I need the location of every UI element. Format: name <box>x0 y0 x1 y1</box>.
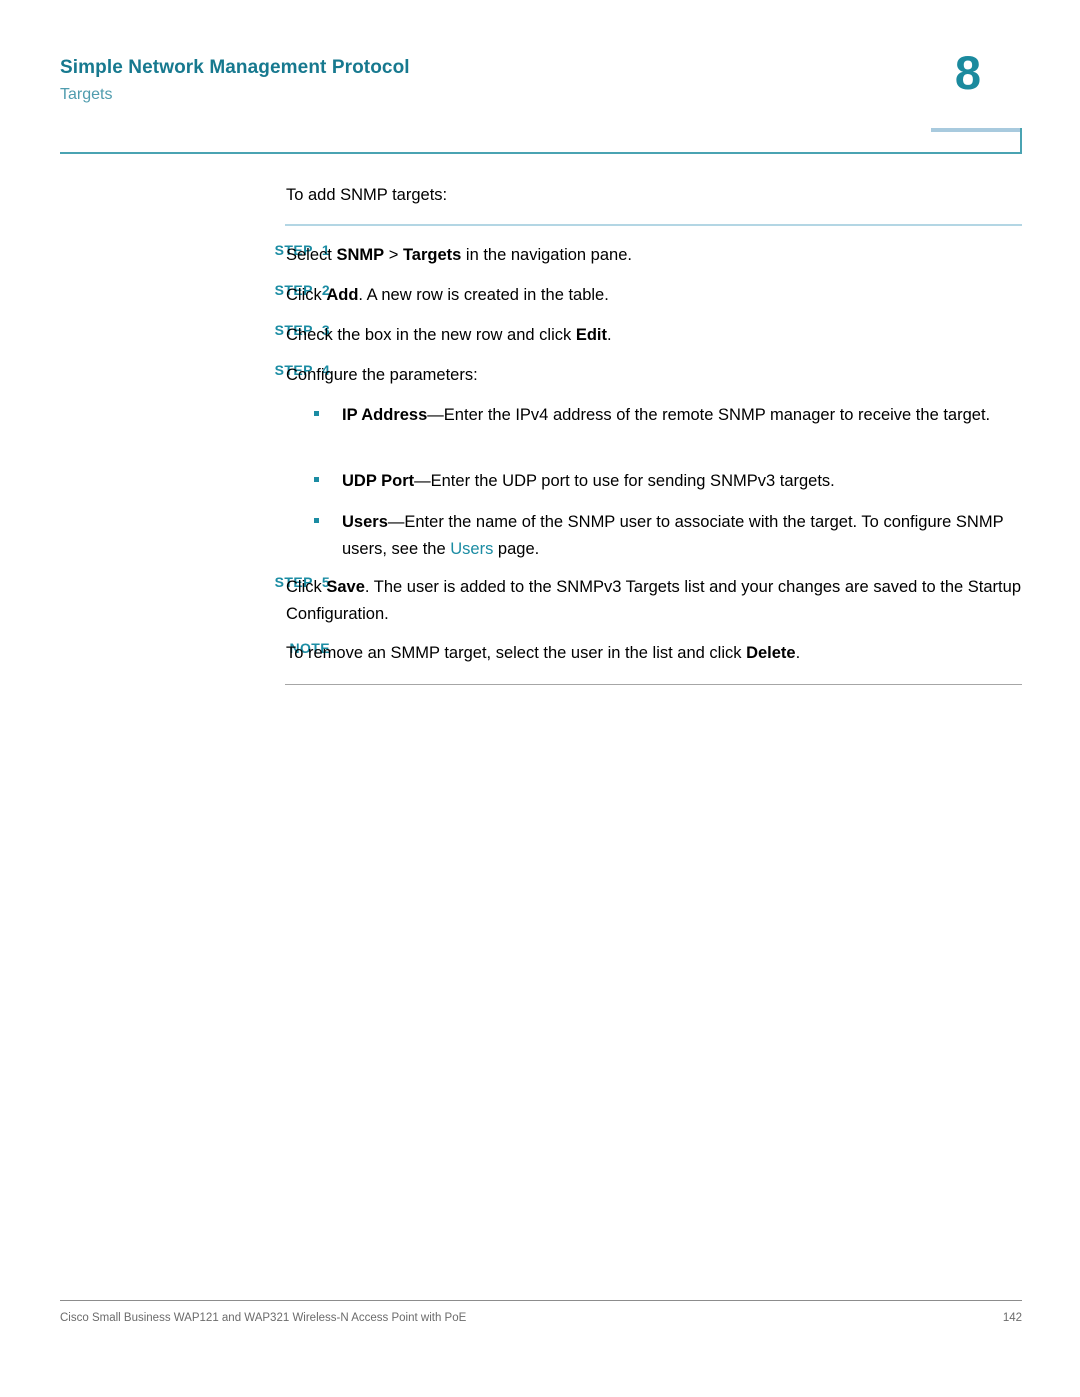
emphasis-text: Users <box>342 513 388 531</box>
body-text: Check the box in the new row and click <box>286 326 576 344</box>
intro-text: To add SNMP targets: <box>286 186 448 204</box>
bullet-text: UDP Port—Enter the UDP port to use for s… <box>342 468 1014 495</box>
body-text: To remove an SMMP target, select the use… <box>286 644 747 662</box>
chapter-number: 8 <box>954 46 982 99</box>
emphasis-text: Delete <box>746 644 796 662</box>
bullet-square-icon <box>314 411 319 416</box>
body-text: . <box>795 644 801 662</box>
footer-product-name: Cisco Small Business WAP121 and WAP321 W… <box>60 1312 467 1324</box>
step-text-2: Click Add. A new row is created in the t… <box>286 282 1032 309</box>
body-bottom-divider <box>285 684 1022 685</box>
bullet-text: IP Address—Enter the IPv4 address of the… <box>342 402 1014 429</box>
steps-top-divider <box>285 224 1022 226</box>
emphasis-text: Add <box>326 286 359 304</box>
emphasis-text: Save <box>326 578 365 596</box>
step-text-5: Click Save. The user is added to the SNM… <box>286 574 1032 628</box>
header-divider <box>60 152 1022 154</box>
document-page: Simple Network Management Protocol Targe… <box>0 0 1080 1397</box>
body-text: Click <box>286 578 327 596</box>
bullet-text: Users—Enter the name of the SNMP user to… <box>342 509 1014 563</box>
step-text-4: Configure the parameters: <box>286 362 1032 389</box>
body-text: —Enter the name of the SNMP user to asso… <box>342 513 1004 558</box>
body-text: in the navigation pane. <box>461 246 632 264</box>
emphasis-text: SNMP <box>336 246 385 264</box>
header-bracket-right-line <box>1020 128 1022 154</box>
body-text: —Enter the IPv4 address of the remote SN… <box>427 406 991 424</box>
emphasis-text: Targets <box>402 246 462 264</box>
step-text-3: Check the box in the new row and click E… <box>286 322 1032 349</box>
footer-page-number: 142 <box>1002 1312 1022 1324</box>
emphasis-text: UDP Port <box>342 472 415 490</box>
body-text: . <box>607 326 612 344</box>
bullet-square-icon <box>314 477 319 482</box>
note-text: To remove an SMMP target, select the use… <box>286 640 1032 667</box>
body-text: > <box>384 246 403 264</box>
emphasis-text: IP Address <box>342 406 428 424</box>
header-bracket-top-line <box>931 128 1022 132</box>
body-text: . A new row is created in the table. <box>358 286 609 304</box>
body-text: Click <box>286 286 327 304</box>
body-text: Configure the parameters: <box>286 366 478 384</box>
page-title: Simple Network Management Protocol <box>60 57 410 78</box>
cross-reference-link[interactable]: Users <box>450 540 493 558</box>
emphasis-text: Edit <box>575 326 607 344</box>
body-text: page. <box>493 540 540 558</box>
body-text: . The user is added to the SNMPv3 Target… <box>286 578 1021 623</box>
body-text: Select <box>286 246 337 264</box>
footer-divider <box>60 1300 1022 1301</box>
body-text: —Enter the UDP port to use for sending S… <box>414 472 835 490</box>
page-subtitle: Targets <box>60 86 113 103</box>
bullet-square-icon <box>314 518 319 523</box>
step-text-1: Select SNMP > Targets in the navigation … <box>286 242 1032 269</box>
